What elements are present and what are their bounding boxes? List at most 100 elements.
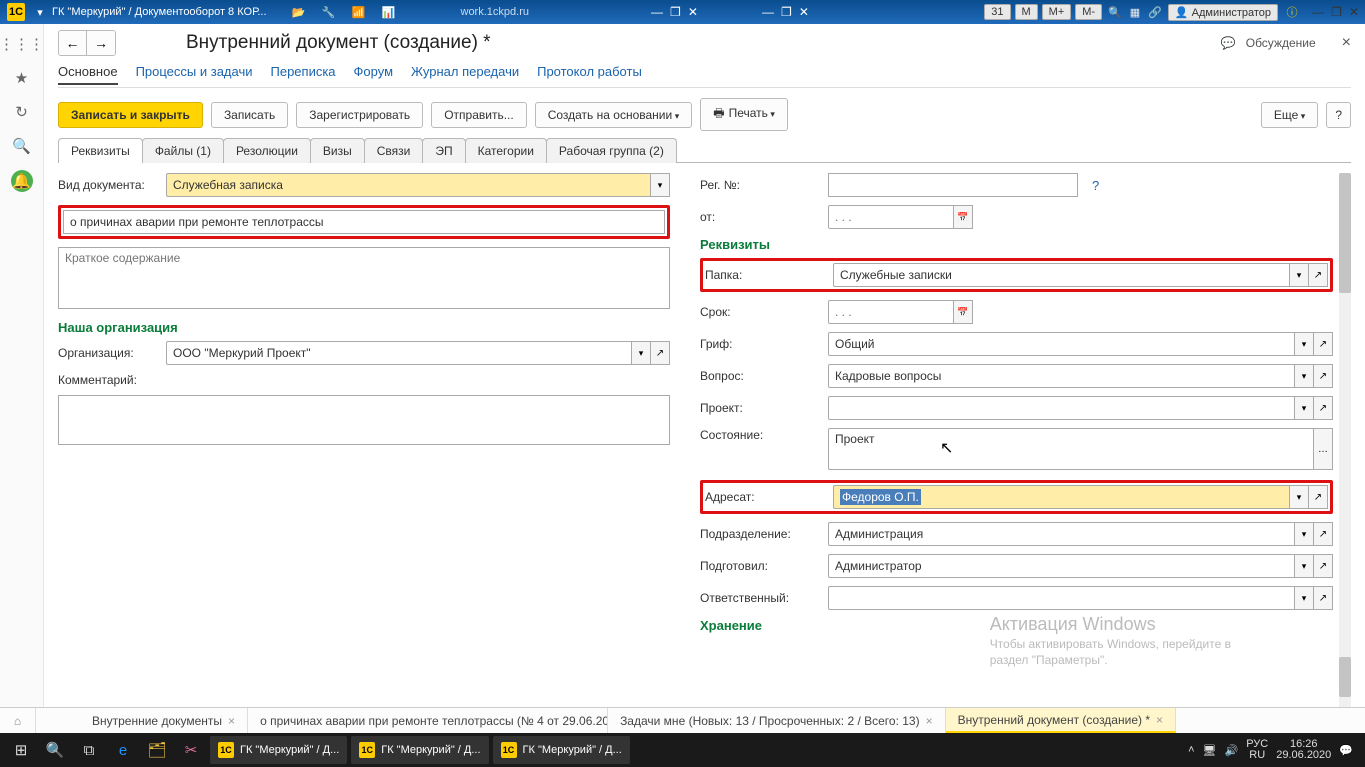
subtab-visas[interactable]: Визы	[310, 138, 365, 163]
folder-open-button[interactable]: ↗	[1308, 263, 1328, 287]
snip-icon[interactable]: ✂	[174, 733, 208, 767]
print-button[interactable]: Печать	[700, 98, 788, 131]
folder-dropdown[interactable]: ▾	[1289, 263, 1309, 287]
maximize-icon[interactable]: ❐	[670, 5, 681, 19]
search-icon[interactable]: 🔍	[12, 136, 32, 156]
from-date-field[interactable]	[828, 205, 953, 229]
tray-volume-icon[interactable]: 🔊	[1225, 744, 1239, 757]
zoom-in-icon[interactable]: 🔍	[1108, 6, 1122, 19]
subtab-ep[interactable]: ЭП	[422, 138, 465, 163]
scrollbar-thumb[interactable]	[1339, 173, 1351, 293]
doctab-internal-docs[interactable]: Внутренние документы×	[80, 708, 248, 733]
subtab-files[interactable]: Файлы (1)	[142, 138, 224, 163]
maximize-icon[interactable]: ❐	[1331, 5, 1342, 19]
search-taskbar-icon[interactable]: 🔍	[38, 733, 72, 767]
addressee-field[interactable]: Федоров О.П.	[833, 485, 1289, 509]
tab-protocol[interactable]: Протокол работы	[537, 64, 642, 85]
grif-field[interactable]	[828, 332, 1294, 356]
dropdown-icon[interactable]: ▾	[31, 3, 49, 21]
scrollbar-thumb[interactable]	[1339, 657, 1351, 697]
doctab-doc4[interactable]: о причинах аварии при ремонте теплотрасс…	[248, 708, 608, 733]
subject-field[interactable]	[63, 210, 665, 234]
subtab-props[interactable]: Реквизиты	[58, 138, 143, 163]
regno-help-icon[interactable]: ?	[1092, 178, 1099, 193]
taskview-icon[interactable]: ⧉	[72, 733, 106, 767]
taskbar-app-1[interactable]: 1СГК "Меркурий" / Д...	[210, 736, 347, 764]
discuss-link[interactable]: Обсуждение	[1246, 36, 1316, 50]
close-page-button[interactable]: ×	[1342, 34, 1351, 52]
resp-open-button[interactable]: ↗	[1313, 586, 1333, 610]
link-icon[interactable]: 🔗	[1148, 6, 1162, 19]
resp-field[interactable]	[828, 586, 1294, 610]
register-button[interactable]: Зарегистрировать	[296, 102, 423, 128]
addressee-dropdown[interactable]: ▾	[1289, 485, 1309, 509]
toolbar-icon[interactable]: 📂	[290, 3, 308, 21]
back-button[interactable]: ←	[59, 31, 87, 55]
close-tab-icon[interactable]: ×	[228, 714, 235, 728]
project-field[interactable]	[828, 396, 1294, 420]
save-close-button[interactable]: Записать и закрыть	[58, 102, 203, 128]
create-based-button[interactable]: Создать на основании	[535, 102, 693, 128]
deadline-date-picker[interactable]: 📅	[953, 300, 973, 324]
layout-icon[interactable]: ▦	[1130, 6, 1140, 19]
edge-icon[interactable]: e	[106, 733, 140, 767]
m-plus-button[interactable]: M+	[1042, 4, 1072, 20]
grif-open-button[interactable]: ↗	[1313, 332, 1333, 356]
m-minus-button[interactable]: M-	[1075, 4, 1102, 20]
close-icon[interactable]: ✕	[688, 5, 698, 19]
minimize-icon[interactable]: —	[762, 5, 774, 19]
taskbar-app-2[interactable]: 1СГК "Меркурий" / Д...	[351, 736, 488, 764]
tab-forum[interactable]: Форум	[354, 64, 394, 85]
minimize-icon[interactable]: —	[651, 5, 663, 19]
dept-open-button[interactable]: ↗	[1313, 522, 1333, 546]
info-icon[interactable]: ⓘ	[1283, 3, 1301, 21]
doc-type-dropdown[interactable]: ▾	[650, 173, 670, 197]
tab-processes[interactable]: Процессы и задачи	[136, 64, 253, 85]
org-open-button[interactable]: ↗	[650, 341, 670, 365]
subtab-resolutions[interactable]: Резолюции	[223, 138, 311, 163]
close-icon[interactable]: ✕	[799, 5, 809, 19]
close-icon[interactable]: ✕	[1349, 5, 1359, 19]
history-icon[interactable]: ↻	[12, 102, 32, 122]
start-button[interactable]: ⊞	[4, 733, 38, 767]
toolbar-icon[interactable]: 📶	[350, 3, 368, 21]
subtab-categories[interactable]: Категории	[465, 138, 547, 163]
topic-open-button[interactable]: ↗	[1313, 364, 1333, 388]
toolbar-icon[interactable]: 📊	[380, 3, 398, 21]
doctab-tasks[interactable]: Задачи мне (Новых: 13 / Просроченных: 2 …	[608, 708, 946, 733]
admin-button[interactable]: 👤 Администратор	[1168, 4, 1278, 21]
forward-button[interactable]: →	[87, 31, 115, 55]
star-icon[interactable]: ★	[12, 68, 32, 88]
tab-correspondence[interactable]: Переписка	[271, 64, 336, 85]
more-button[interactable]: Еще	[1261, 102, 1318, 128]
tray-up-icon[interactable]: ˄	[1188, 744, 1194, 756]
doc-type-field[interactable]	[166, 173, 650, 197]
apps-icon[interactable]: ⋮⋮⋮	[12, 34, 32, 54]
tab-transferlog[interactable]: Журнал передачи	[411, 64, 519, 85]
subtab-links[interactable]: Связи	[364, 138, 424, 163]
tray-monitor-icon[interactable]: 🖥	[1203, 744, 1217, 757]
summary-textarea[interactable]	[58, 247, 670, 309]
folder-field[interactable]	[833, 263, 1289, 287]
close-tab-icon[interactable]: ×	[1156, 713, 1163, 727]
maximize-icon[interactable]: ❐	[781, 5, 792, 19]
org-dropdown[interactable]: ▾	[631, 341, 651, 365]
tray-notif-icon[interactable]: 💬	[1339, 744, 1353, 757]
explorer-icon[interactable]: 🗂	[140, 733, 174, 767]
topic-dropdown[interactable]: ▾	[1294, 364, 1314, 388]
close-tab-icon[interactable]: ×	[926, 714, 933, 728]
deadline-field[interactable]	[828, 300, 953, 324]
taskbar-app-3[interactable]: 1СГК "Меркурий" / Д...	[493, 736, 630, 764]
toolbar-icon[interactable]: 🔧	[320, 3, 338, 21]
author-open-button[interactable]: ↗	[1313, 554, 1333, 578]
regno-field[interactable]	[828, 173, 1078, 197]
addressee-open-button[interactable]: ↗	[1308, 485, 1328, 509]
send-button[interactable]: Отправить...	[431, 102, 527, 128]
calendar-button[interactable]: 31	[984, 4, 1010, 20]
m-button[interactable]: M	[1015, 4, 1038, 20]
topic-field[interactable]	[828, 364, 1294, 388]
author-field[interactable]	[828, 554, 1294, 578]
state-more-button[interactable]: …	[1313, 428, 1333, 470]
dept-field[interactable]	[828, 522, 1294, 546]
state-field[interactable]: Проект	[828, 428, 1314, 470]
